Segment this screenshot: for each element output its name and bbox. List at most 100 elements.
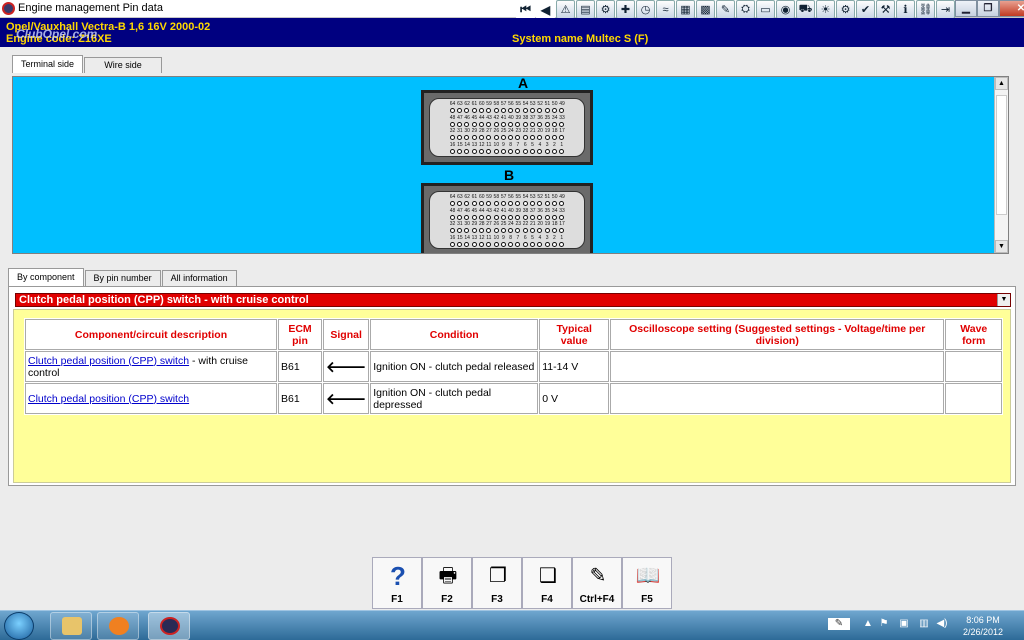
start-button[interactable] — [4, 612, 34, 640]
connector-pin[interactable] — [551, 108, 557, 113]
connector-pin[interactable] — [486, 215, 492, 220]
warning-icon[interactable]: ⚠ — [556, 0, 575, 19]
connector-pin[interactable] — [544, 228, 550, 233]
connector-pin[interactable] — [551, 135, 557, 140]
connector-pin[interactable] — [449, 215, 455, 220]
connector-pin[interactable] — [471, 228, 477, 233]
connector-pin[interactable] — [551, 201, 557, 206]
clock-time[interactable]: 8:06 PM — [958, 615, 1008, 625]
connector-pin[interactable] — [515, 122, 521, 127]
function-key-f4[interactable]: ❑ F4 — [522, 557, 572, 609]
car-icon[interactable]: ⛟ — [796, 0, 815, 19]
connector-pin[interactable] — [559, 228, 565, 233]
connector-pin[interactable] — [530, 201, 536, 206]
function-key-f5[interactable]: 📖 F5 — [622, 557, 672, 609]
connector-pin[interactable] — [471, 135, 477, 140]
connector-pin[interactable] — [559, 108, 565, 113]
diagnostic-icon[interactable]: ⛭ — [736, 0, 755, 19]
taskbar-app[interactable] — [148, 612, 190, 640]
connector-pin[interactable] — [522, 108, 528, 113]
connector-pin[interactable] — [478, 135, 484, 140]
connector-pin[interactable] — [537, 228, 543, 233]
connector-pin[interactable] — [486, 201, 492, 206]
connector-pin[interactable] — [551, 122, 557, 127]
connector-pin[interactable] — [471, 215, 477, 220]
device-icon[interactable]: ▣ — [898, 618, 910, 630]
connector-pin[interactable] — [508, 108, 514, 113]
exit-icon[interactable]: ⇥ — [936, 0, 955, 19]
connector-pin[interactable] — [478, 215, 484, 220]
connector-pin[interactable] — [449, 135, 455, 140]
connector-pin[interactable] — [544, 149, 550, 154]
scroll-thumb[interactable] — [996, 95, 1007, 215]
connector-pin[interactable] — [493, 201, 499, 206]
connector-pin[interactable] — [515, 215, 521, 220]
settings-icon[interactable]: ⚙ — [836, 0, 855, 19]
connector-pin[interactable] — [544, 215, 550, 220]
taskbar-explorer[interactable] — [50, 612, 92, 640]
connector-pin[interactable] — [478, 108, 484, 113]
flag-icon[interactable]: ⚑ — [878, 618, 890, 630]
chevron-down-icon[interactable]: ▼ — [997, 294, 1010, 306]
tab-by-component[interactable]: By component — [8, 268, 84, 286]
connector-pin[interactable] — [515, 201, 521, 206]
connector-pin[interactable] — [508, 122, 514, 127]
connector-pin[interactable] — [515, 108, 521, 113]
connector-pin[interactable] — [457, 108, 463, 113]
connector-pin[interactable] — [500, 215, 506, 220]
component-select[interactable]: Clutch pedal position (CPP) switch - wit… — [15, 293, 1011, 307]
connector-pin[interactable] — [522, 122, 528, 127]
connector-pin[interactable] — [449, 108, 455, 113]
connector-pin[interactable] — [522, 135, 528, 140]
pen-icon[interactable]: ✎ — [716, 0, 735, 19]
volume-icon[interactable]: ◀) — [936, 618, 948, 630]
connector-pin[interactable] — [530, 215, 536, 220]
connector-pin[interactable] — [537, 122, 543, 127]
connector-pin[interactable] — [449, 228, 455, 233]
pen-icon[interactable]: ✎ — [828, 618, 850, 630]
connector-pin[interactable] — [515, 228, 521, 233]
connector-pin[interactable] — [478, 201, 484, 206]
connector-pin[interactable] — [478, 228, 484, 233]
connector-pin[interactable] — [530, 135, 536, 140]
connector-pin[interactable] — [508, 215, 514, 220]
connector-pin[interactable] — [457, 149, 463, 154]
connector-pin[interactable] — [544, 201, 550, 206]
connector-pin[interactable] — [478, 242, 484, 247]
connector-pin[interactable] — [544, 242, 550, 247]
connector-pin[interactable] — [551, 242, 557, 247]
function-key-f2[interactable]: 🖶 F2 — [422, 557, 472, 609]
component-link[interactable]: Clutch pedal position (CPP) switch — [28, 393, 189, 405]
connector-pin[interactable] — [478, 149, 484, 154]
connector-pin[interactable] — [493, 228, 499, 233]
bulb-icon[interactable]: ☀ — [816, 0, 835, 19]
check-icon[interactable]: ✔ — [856, 0, 875, 19]
connector-pin[interactable] — [464, 149, 470, 154]
connector-pin[interactable] — [471, 201, 477, 206]
connector-pin[interactable] — [471, 242, 477, 247]
connector-pin[interactable] — [500, 149, 506, 154]
connector-pin[interactable] — [449, 122, 455, 127]
connector-pin[interactable] — [500, 242, 506, 247]
info-icon[interactable]: ℹ — [896, 0, 915, 19]
connector-pin[interactable] — [537, 149, 543, 154]
connector-pin[interactable] — [515, 149, 521, 154]
connector-pin[interactable] — [464, 201, 470, 206]
tool-icon[interactable]: ⚒ — [876, 0, 895, 19]
link-icon[interactable]: ⛓ — [916, 0, 935, 19]
connector-pin[interactable] — [464, 242, 470, 247]
connector-pin[interactable] — [522, 242, 528, 247]
connector-pin[interactable] — [537, 108, 543, 113]
connector-pin[interactable] — [464, 215, 470, 220]
scroll-up-button[interactable]: ▲ — [995, 77, 1008, 90]
book-icon[interactable]: ▤ — [576, 0, 595, 19]
connector-pin[interactable] — [486, 108, 492, 113]
connector-pin[interactable] — [559, 201, 565, 206]
chevron-up-icon[interactable]: ▲ — [862, 618, 874, 630]
connector-pin[interactable] — [508, 242, 514, 247]
connector-pin[interactable] — [486, 122, 492, 127]
connector-pin[interactable] — [493, 108, 499, 113]
connector-pin[interactable] — [544, 108, 550, 113]
scroll-down-button[interactable]: ▼ — [995, 240, 1008, 253]
taskbar-media-player[interactable] — [97, 612, 139, 640]
